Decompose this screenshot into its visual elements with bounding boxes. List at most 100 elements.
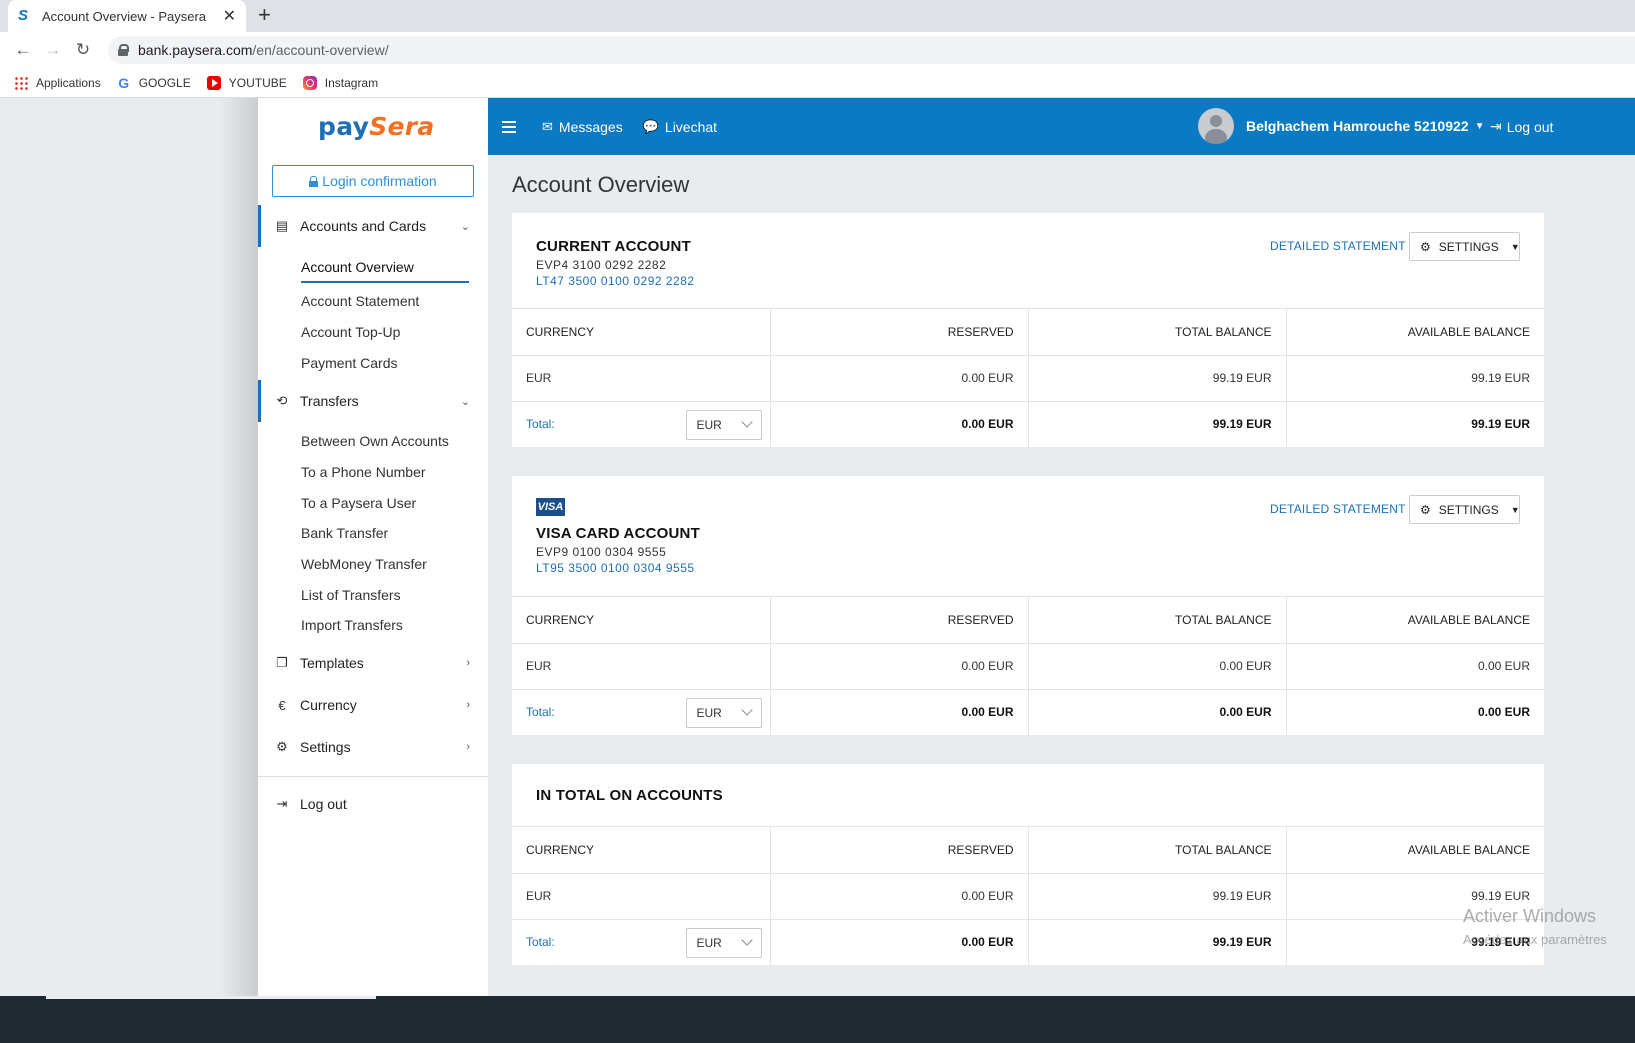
cell-currency: EUR: [512, 873, 771, 920]
cell-total: 99.19 EUR: [1028, 401, 1287, 447]
account-iban[interactable]: LT47 3500 0100 0292 2282: [536, 274, 695, 288]
login-confirmation-label: Login confirmation: [322, 173, 437, 189]
account-iban[interactable]: LT95 3500 0100 0304 9555: [536, 561, 695, 575]
table-header-row: CURRENCY RESERVED TOTAL BALANCE AVAILABL…: [512, 309, 1544, 356]
sidebar-item-label: Settings: [300, 739, 351, 755]
bookmark-google[interactable]: G GOOGLE: [117, 76, 190, 90]
url-path: /en/account-overview/: [252, 42, 389, 58]
settings-dropdown-button[interactable]: ⚙ SETTINGS ▼: [1409, 495, 1520, 524]
forward-arrow-icon[interactable]: →: [38, 40, 68, 60]
cell-total-label: Total: EUR: [512, 401, 771, 447]
column-header-total-balance: TOTAL BALANCE: [1028, 597, 1287, 644]
chevron-right-icon: ›: [466, 657, 470, 669]
settings-dropdown-button[interactable]: ⚙ SETTINGS ▼: [1409, 232, 1520, 261]
copy-icon: ❐: [276, 655, 288, 670]
bookmark-applications[interactable]: Applications: [14, 75, 101, 90]
card-header: IN TOTAL ON ACCOUNTS: [512, 764, 1544, 827]
cell-total: 99.19 EUR: [1028, 355, 1287, 402]
column-header-total-balance: TOTAL BALANCE: [1028, 827, 1287, 874]
url-input[interactable]: bank.paysera.com/en/account-overview/: [108, 36, 1635, 64]
total-row: Total: EUR 0.00 EUR 99.19 EUR 99.19 EUR: [512, 919, 1544, 965]
column-header-reserved: RESERVED: [770, 827, 1029, 874]
total-label: Total:: [526, 417, 555, 432]
column-header-reserved: RESERVED: [770, 597, 1029, 644]
caret-down-icon: ▼: [1510, 504, 1520, 515]
bookmark-label: Applications: [36, 75, 101, 90]
column-header-total-balance: TOTAL BALANCE: [1028, 309, 1287, 356]
bookmark-youtube[interactable]: YOUTUBE: [206, 75, 287, 90]
currency-select[interactable]: EUR: [685, 697, 762, 728]
url-host: bank.paysera.com: [138, 42, 253, 58]
sidebar-item-between-own-accounts[interactable]: Between Own Accounts: [301, 433, 449, 449]
sidebar-item-account-overview[interactable]: Account Overview: [301, 259, 469, 283]
sidebar-item-to-phone-number[interactable]: To a Phone Number: [301, 464, 426, 480]
sidebar-divider: [258, 776, 488, 777]
hamburger-menu-icon[interactable]: [502, 120, 516, 133]
sidebar-item-currency[interactable]: € Currency ›: [258, 684, 488, 726]
visa-card-account-card: VISA VISA CARD ACCOUNT EVP9 0100 0304 95…: [512, 476, 1544, 735]
sidebar-item-payment-cards[interactable]: Payment Cards: [301, 355, 397, 371]
sidebar-item-logout[interactable]: ⇥ Log out: [258, 783, 488, 825]
new-tab-button[interactable]: +: [258, 2, 271, 28]
browser-tab-bar: S Account Overview - Paysera ✕ +: [0, 0, 1635, 32]
total-row: Total: EUR 0.00 EUR 99.19 EUR 99.19 EUR: [512, 401, 1544, 447]
column-header-currency: CURRENCY: [512, 827, 771, 874]
browser-tab[interactable]: S Account Overview - Paysera ✕: [8, 0, 246, 32]
sidebar-item-accounts-and-cards[interactable]: ▤ Accounts and Cards ⌄: [258, 205, 488, 247]
caret-down-icon: ▼: [1510, 241, 1520, 252]
reload-icon[interactable]: ↻: [68, 40, 98, 60]
sidebar-item-label: Log out: [300, 796, 347, 812]
sidebar-item-to-paysera-user[interactable]: To a Paysera User: [301, 495, 416, 511]
column-header-currency: CURRENCY: [512, 597, 771, 644]
cell-total-label: Total: EUR: [512, 919, 771, 965]
back-arrow-icon[interactable]: ←: [8, 40, 38, 60]
taskbar-highlight: [46, 996, 376, 999]
sidebar-item-list-of-transfers[interactable]: List of Transfers: [301, 587, 401, 603]
sidebar-item-webmoney-transfer[interactable]: WebMoney Transfer: [301, 556, 427, 572]
cell-available: 99.19 EUR: [1471, 417, 1530, 432]
gear-icon: ⚙: [1420, 239, 1431, 254]
sidebar-item-account-top-up[interactable]: Account Top-Up: [301, 324, 400, 340]
user-menu[interactable]: Belghachem Hamrouche 5210922 ▼: [1198, 108, 1484, 144]
table-row: EUR 0.00 EUR 0.00 EUR 0.00 EUR: [512, 643, 1544, 690]
column-header-available-balance: AVAILABLE BALANCE: [1286, 309, 1544, 356]
login-confirmation-button[interactable]: Login confirmation: [272, 165, 474, 197]
column-header-reserved: RESERVED: [770, 309, 1029, 356]
sidebar-item-settings[interactable]: ⚙ Settings ›: [258, 726, 488, 768]
cell-available: 99.19 EUR: [1286, 355, 1544, 402]
page-title: Account Overview: [512, 172, 690, 197]
currency-select[interactable]: EUR: [685, 927, 762, 958]
sidebar-item-label: Templates: [300, 655, 364, 671]
chevron-right-icon: ›: [466, 699, 470, 711]
paysera-logo[interactable]: paySera: [318, 112, 435, 141]
cell-total: 99.19 EUR: [1028, 919, 1287, 965]
detailed-statement-link[interactable]: DETAILED STATEMENT: [1270, 502, 1406, 516]
detailed-statement-link[interactable]: DETAILED STATEMENT: [1270, 239, 1406, 253]
account-evp: EVP9 0100 0304 9555: [536, 545, 667, 559]
currency-select[interactable]: EUR: [685, 409, 762, 440]
windows-activation-watermark-sub: Accédez aux paramètres: [1463, 932, 1607, 947]
sidebar-item-templates[interactable]: ❐ Templates ›: [258, 642, 488, 684]
settings-label: SETTINGS: [1438, 502, 1499, 517]
logout-button[interactable]: ⇥ Log out: [1490, 118, 1553, 135]
sidebar-item-transfers[interactable]: ⟲ Transfers ⌄: [258, 380, 488, 422]
page-background: [0, 98, 258, 1043]
cell-currency: EUR: [512, 643, 771, 690]
messages-link[interactable]: ✉ Messages: [542, 119, 623, 135]
sidebar-item-bank-transfer[interactable]: Bank Transfer: [301, 525, 388, 541]
envelope-icon: ✉: [542, 118, 553, 134]
livechat-link[interactable]: 💬 Livechat: [643, 119, 717, 135]
table-row: EUR 0.00 EUR 99.19 EUR 99.19 EUR: [512, 355, 1544, 402]
sidebar-item-account-statement[interactable]: Account Statement: [301, 293, 419, 309]
currency-select-value: EUR: [696, 935, 722, 950]
sidebar-item-import-transfers[interactable]: Import Transfers: [301, 617, 403, 633]
table-row: EUR 0.00 EUR 99.19 EUR 99.19 EUR: [512, 873, 1544, 920]
bookmark-instagram[interactable]: Instagram: [302, 75, 378, 90]
cell-reserved: 0.00 EUR: [770, 355, 1029, 402]
gear-icon: ⚙: [1420, 502, 1431, 517]
chevron-down-icon: ⌄: [460, 395, 470, 408]
close-tab-icon[interactable]: ✕: [223, 6, 236, 26]
balance-table: CURRENCY RESERVED TOTAL BALANCE AVAILABL…: [512, 597, 1544, 735]
logo-text-sera: Sera: [369, 112, 435, 141]
account-title: VISA CARD ACCOUNT: [536, 525, 700, 542]
